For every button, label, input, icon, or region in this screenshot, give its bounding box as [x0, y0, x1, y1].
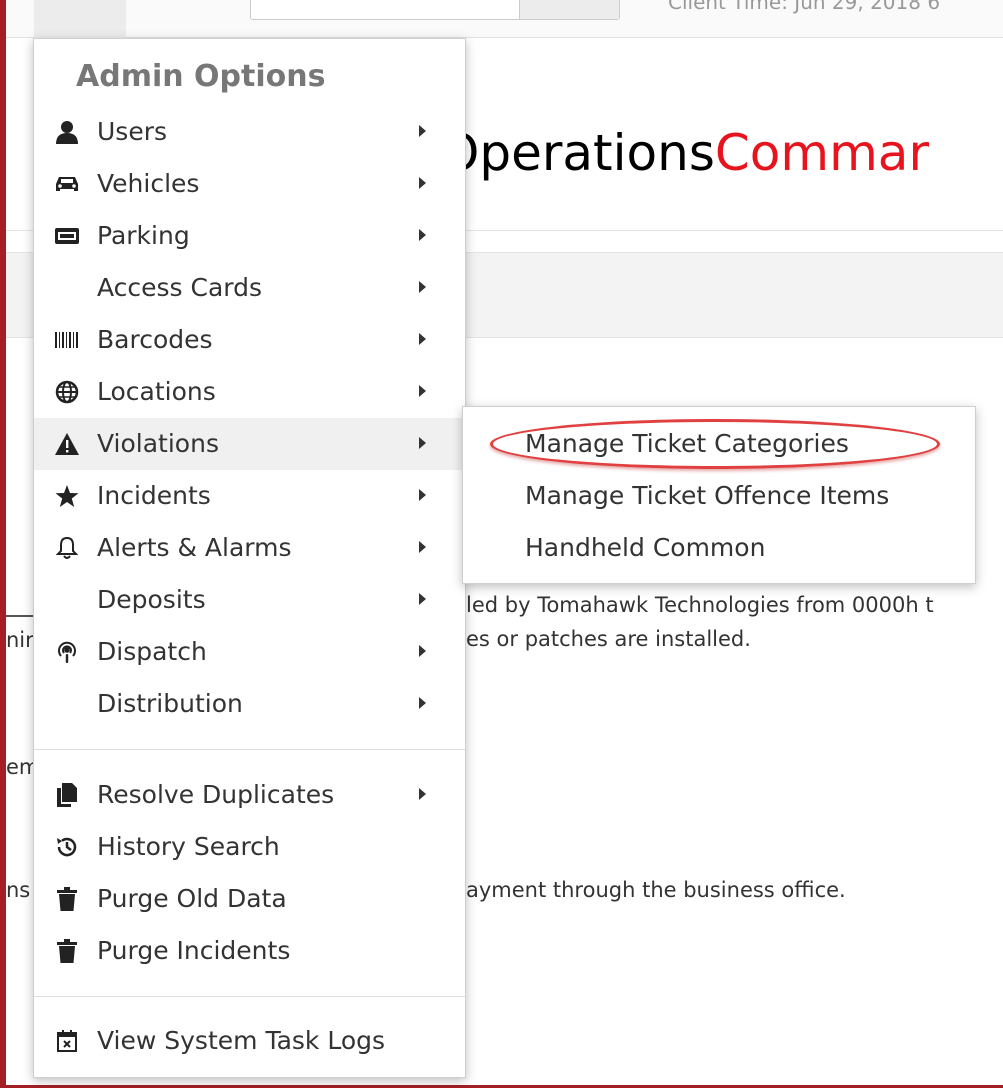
menu-item-label: Users [97, 117, 168, 146]
podcast-icon [54, 639, 80, 665]
menu-item-label: Access Cards [97, 273, 263, 302]
violations-submenu: Manage Ticket Categories Manage Ticket O… [462, 406, 976, 584]
trash-icon [54, 886, 80, 912]
menu-item-label: Incidents [97, 481, 211, 510]
app-title-part2: Commar [714, 124, 930, 182]
menu-item-label: Alerts & Alarms [97, 533, 292, 562]
chevron-right-icon [419, 125, 426, 137]
chevron-right-icon [419, 177, 426, 189]
chevron-right-icon [419, 229, 426, 241]
menu-item-label: Deposits [97, 585, 206, 614]
menu-item-dispatch[interactable]: Dispatch [34, 626, 465, 678]
menu-item-label: Vehicles [97, 169, 200, 198]
menu-item-distribution[interactable]: Distribution [34, 678, 465, 730]
globe-icon [54, 379, 80, 405]
top-bar-tab[interactable] [34, 0, 126, 38]
menu-item-label: Violations [97, 429, 219, 458]
top-bar: Client Time: Jun 29, 2018 6 [6, 0, 1003, 38]
bell-icon [54, 535, 80, 561]
menu-item-incidents[interactable]: Incidents [34, 470, 465, 522]
menu-item-label: Dispatch [97, 637, 207, 666]
menu-item-label: Purge Old Data [97, 884, 287, 913]
menu-item-violations[interactable]: Violations [34, 418, 465, 470]
car-icon [54, 171, 80, 197]
menu-item-history-search[interactable]: History Search [34, 821, 465, 873]
submenu-item-manage-ticket-offence-items[interactable]: Manage Ticket Offence Items [463, 470, 975, 522]
body-text-fragment: nir [6, 628, 34, 652]
trash-icon [54, 938, 80, 964]
client-time: Client Time: Jun 29, 2018 6 [668, 0, 941, 14]
star-icon [54, 483, 80, 509]
warning-icon [54, 431, 80, 457]
menu-item-parking[interactable]: Parking [34, 210, 465, 262]
menu-item-label: Parking [97, 221, 190, 250]
menu-item-access-cards[interactable]: Access Cards [34, 262, 465, 314]
maintenance-notice-line2: es or patches are installed. [466, 627, 751, 651]
chevron-right-icon [419, 593, 426, 605]
submenu-item-label: Manage Ticket Offence Items [525, 481, 890, 510]
body-text-fragment: ns [6, 878, 31, 902]
submenu-item-label: Handheld Common [525, 533, 766, 562]
app-title-part1: Operations [440, 124, 715, 182]
search-button[interactable] [519, 0, 619, 19]
menu-item-users[interactable]: Users [34, 106, 465, 158]
menu-item-barcodes[interactable]: Barcodes [34, 314, 465, 366]
menu-item-label: Purge Incidents [97, 936, 291, 965]
menu-divider [34, 749, 465, 750]
menu-item-label: Resolve Duplicates [97, 780, 335, 809]
calendar-x-icon [54, 1028, 80, 1054]
chevron-right-icon [419, 645, 426, 657]
user-icon [54, 119, 80, 145]
menu-item-label: Distribution [97, 689, 243, 718]
divider [6, 615, 36, 617]
menu-item-label: Barcodes [97, 325, 213, 354]
chevron-right-icon [419, 541, 426, 553]
search-box[interactable] [250, 0, 620, 20]
menu-item-purge-incidents[interactable]: Purge Incidents [34, 925, 465, 977]
app-title: OperationsCommar [440, 128, 929, 178]
menu-item-label: View System Task Logs [97, 1026, 386, 1055]
chevron-right-icon [419, 788, 426, 800]
barcode-icon [54, 327, 80, 353]
submenu-item-label: Manage Ticket Categories [525, 429, 849, 458]
maintenance-notice-line1: led by Tomahawk Technologies from 0000h … [466, 593, 934, 617]
submenu-item-manage-ticket-categories[interactable]: Manage Ticket Categories [463, 418, 975, 470]
chevron-right-icon [419, 437, 426, 449]
chevron-right-icon [419, 333, 426, 345]
menu-item-label: Locations [97, 377, 216, 406]
menu-item-deposits[interactable]: Deposits [34, 574, 465, 626]
copy-icon [54, 782, 80, 808]
chevron-right-icon [419, 697, 426, 709]
chevron-right-icon [419, 385, 426, 397]
menu-item-alerts-alarms[interactable]: Alerts & Alarms [34, 522, 465, 574]
payment-notice: ayment through the business office. [466, 878, 846, 902]
menu-item-purge-old-data[interactable]: Purge Old Data [34, 873, 465, 925]
menu-divider [34, 996, 465, 997]
menu-item-resolve-duplicates[interactable]: Resolve Duplicates [34, 769, 465, 821]
menu-item-label: History Search [97, 832, 280, 861]
menu-title: Admin Options [76, 59, 326, 94]
admin-options-menu: Admin Options Users Vehicles Parking Acc… [33, 38, 466, 1078]
menu-item-locations[interactable]: Locations [34, 366, 465, 418]
submenu-item-handheld-common[interactable]: Handheld Common [463, 522, 975, 574]
menu-item-vehicles[interactable]: Vehicles [34, 158, 465, 210]
chevron-right-icon [419, 281, 426, 293]
history-icon [54, 834, 80, 860]
menu-item-view-system-task-logs[interactable]: View System Task Logs [34, 1015, 465, 1067]
chevron-right-icon [419, 489, 426, 501]
parking-icon [54, 223, 80, 249]
